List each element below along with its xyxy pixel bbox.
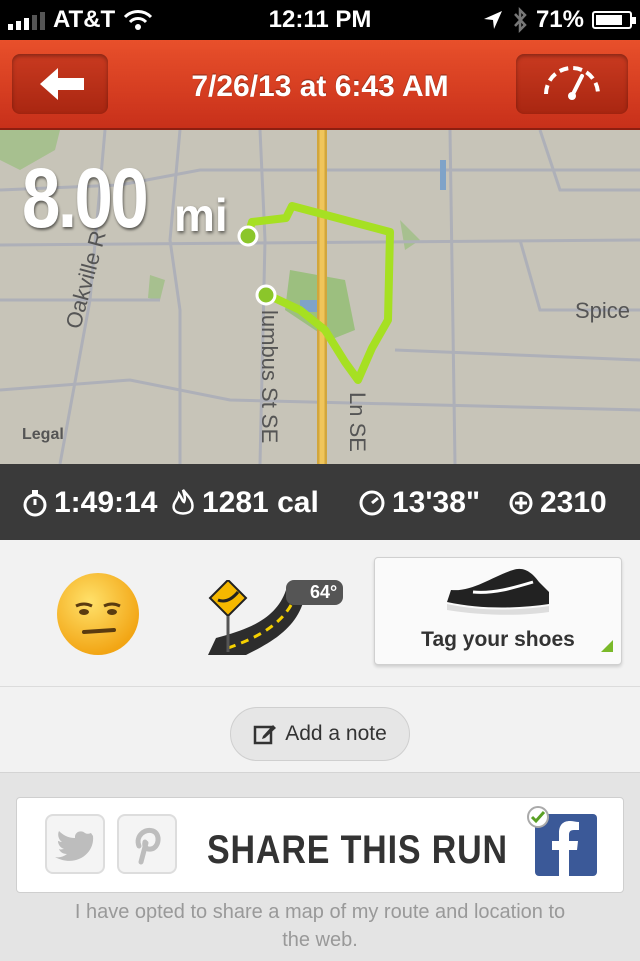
nav-bar: 7/26/13 at 6:43 AM	[0, 40, 640, 130]
street-label-spice: Spice	[575, 298, 630, 323]
add-note-button[interactable]: Add a note	[230, 707, 410, 761]
street-label-ln: Ln SE	[345, 392, 370, 452]
divider	[0, 686, 640, 687]
edit-note-icon	[253, 725, 277, 745]
duration-stat: 1:49:14	[22, 486, 157, 520]
weather-temperature: 64°	[286, 580, 344, 605]
twitter-button[interactable]	[45, 814, 105, 874]
battery-icon	[592, 11, 636, 29]
street-label-columbus: lumbus St SE	[257, 310, 282, 443]
share-section: SHARE THIS RUN I have opted to share a m…	[0, 772, 640, 961]
route-map[interactable]: Oakville R Spice lumbus St SE Ln SE 8.00…	[0, 130, 640, 464]
back-button[interactable]	[12, 54, 108, 114]
stats-bar: 1:49:14 1281 cal 13'38" 2310	[0, 464, 640, 540]
pinterest-icon	[135, 827, 161, 865]
corner-triangle-icon	[601, 640, 613, 652]
pace-gauge-icon	[359, 490, 385, 516]
pace-value: 13'38"	[392, 486, 481, 519]
run-details: 64° Tag your shoes Add a note	[0, 540, 640, 772]
pinterest-button[interactable]	[117, 814, 177, 874]
tag-shoes-label: Tag your shoes	[421, 628, 575, 651]
tag-shoes-button[interactable]: Tag your shoes	[374, 557, 622, 665]
distance-value: 8.00	[22, 151, 149, 245]
bluetooth-icon	[514, 7, 527, 33]
back-arrow-icon	[40, 68, 84, 100]
duration-value: 1:49:14	[54, 486, 158, 519]
stopwatch-icon	[23, 490, 47, 517]
legal-link[interactable]: Legal	[22, 426, 64, 444]
calories-value: 1281 cal	[202, 486, 319, 519]
unamused-face-icon[interactable]	[54, 570, 142, 658]
distance-display: 8.00 mi	[22, 150, 228, 247]
fuel-stat: 2310	[508, 486, 607, 520]
flame-icon	[172, 489, 194, 515]
add-note-label: Add a note	[285, 722, 387, 745]
speedometer-button[interactable]	[516, 54, 628, 114]
share-privacy-note: I have opted to share a map of my route …	[74, 901, 566, 951]
run-date-title: 7/26/13 at 6:43 AM	[191, 70, 449, 103]
status-bar: AT&T 12:11 PM 71%	[0, 0, 640, 40]
battery-percent: 71%	[535, 6, 584, 33]
twitter-icon	[55, 831, 94, 861]
facebook-selected-check-icon	[527, 806, 549, 828]
fuel-plus-icon	[509, 491, 533, 515]
running-shoe-icon	[447, 568, 549, 615]
status-right: 71%	[482, 6, 636, 34]
calories-stat: 1281 cal	[170, 486, 319, 520]
speedometer-icon	[544, 66, 600, 100]
share-card: SHARE THIS RUN	[16, 797, 624, 893]
share-title: SHARE THIS RUN	[207, 828, 508, 872]
fuel-value: 2310	[540, 486, 607, 519]
location-arrow-icon	[483, 11, 502, 29]
pace-stat: 13'38"	[358, 486, 480, 520]
distance-unit: mi	[174, 189, 228, 241]
